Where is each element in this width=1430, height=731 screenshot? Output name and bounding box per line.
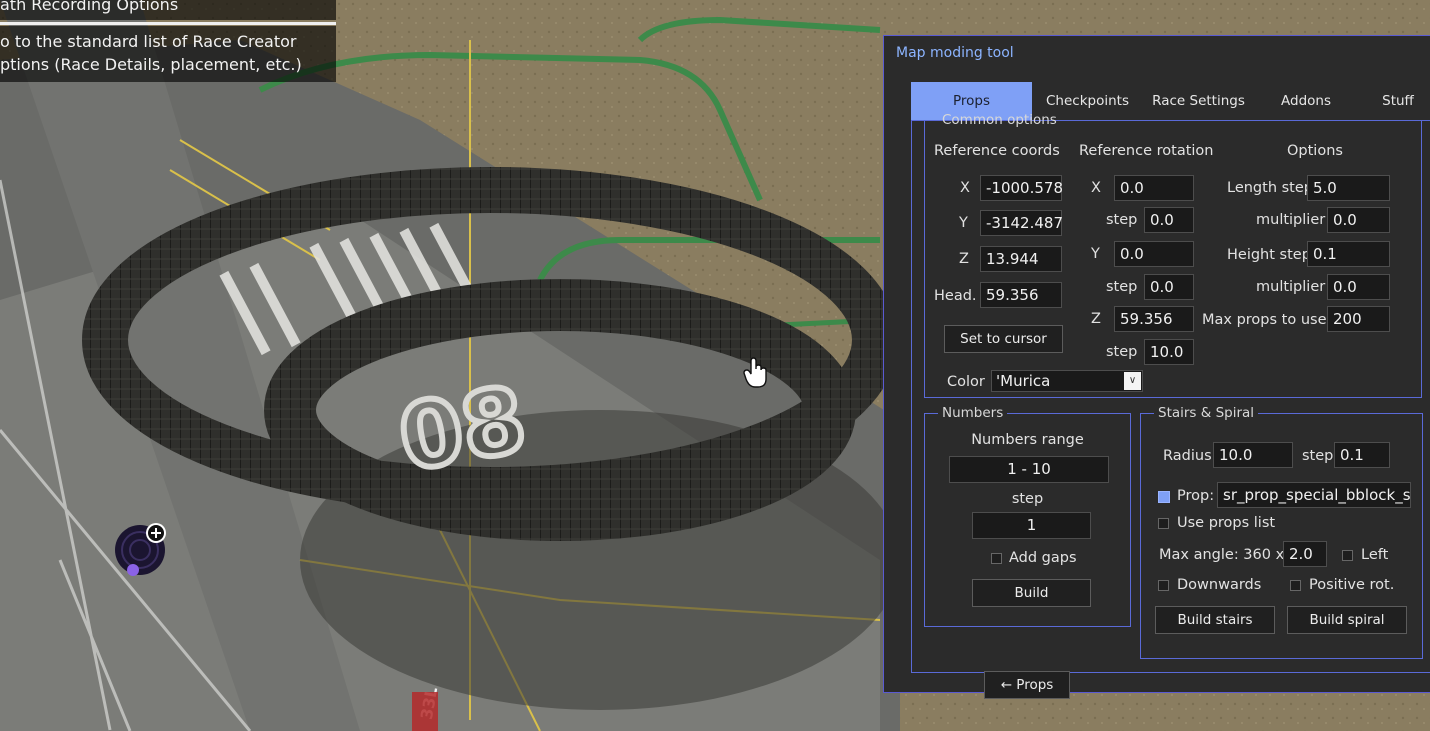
rotation-y-input[interactable]: 0.0 [1114, 241, 1194, 267]
common-options-group: Common options Reference coords X -1000.… [924, 113, 1422, 398]
numbers-range-label: Numbers range [971, 432, 1084, 448]
coord-x-label: X [960, 180, 970, 196]
rotation-z-input[interactable]: 59.356 [1114, 306, 1194, 332]
use-props-list-label: Use props list [1177, 515, 1276, 531]
hud-description-line: ptions (Race Details, placement, etc.) [0, 55, 302, 74]
length-multiplier-input[interactable]: 0.0 [1327, 207, 1390, 233]
use-props-list-checkbox[interactable] [1158, 518, 1169, 529]
rotation-z-step-label: step [1106, 344, 1138, 360]
set-to-cursor-button[interactable]: Set to cursor [944, 325, 1063, 353]
chevron-down-icon[interactable]: ∨ [1124, 372, 1141, 390]
max-angle-input[interactable]: 2.0 [1283, 541, 1327, 567]
radius-step-input[interactable]: 0.1 [1334, 442, 1390, 468]
map-moding-tool-window[interactable]: Map moding tool Props Checkpoints Race S… [883, 35, 1430, 699]
left-checkbox[interactable] [1342, 550, 1353, 561]
hud-title-text: ath Recording Options [0, 0, 179, 14]
numbers-step-input[interactable]: 1 [972, 512, 1091, 539]
rotation-z-step-input[interactable]: 10.0 [1144, 339, 1194, 365]
downwards-checkbox[interactable] [1158, 580, 1169, 591]
numbers-step-label: step [1011, 491, 1044, 507]
window-title: Map moding tool [896, 45, 1014, 61]
rotation-z-label: Z [1091, 311, 1101, 327]
hud-description-line: o to the standard list of Race Creator [0, 32, 297, 51]
player-blip-icon [115, 523, 166, 576]
rotation-x-label: X [1091, 180, 1101, 196]
hand-cursor-icon [743, 357, 767, 388]
heading-label: Head. [934, 288, 977, 304]
heading-input[interactable]: 59.356 [980, 282, 1062, 308]
max-angle-label: Max angle: 360 x [1159, 547, 1285, 563]
stairs-spiral-group: Stairs & Spiral Radius 10.0 step 0.1 Pro… [1140, 406, 1423, 659]
radius-input[interactable]: 10.0 [1213, 442, 1293, 468]
prop-name-input[interactable]: sr_prop_special_bblock_sr [1217, 482, 1411, 508]
rotation-y-label: Y [1091, 246, 1100, 262]
coord-z-input[interactable]: 13.944 [980, 246, 1062, 272]
numbers-legend: Numbers [942, 405, 1004, 421]
build-spiral-button[interactable]: Build spiral [1287, 606, 1407, 634]
rotation-x-step-input[interactable]: 0.0 [1144, 207, 1194, 233]
color-select-value: 'Murica [996, 372, 1051, 390]
reference-coords-header: Reference coords [934, 143, 1060, 159]
rotation-y-step-label: step [1106, 279, 1138, 295]
color-select[interactable]: 'Murica ∨ [991, 370, 1143, 392]
numbers-group: Numbers Numbers range 1 - 10 step 1 Add … [924, 406, 1131, 627]
prop-label: Prop: [1177, 488, 1215, 504]
runway-number: 08 [392, 367, 534, 492]
hud-divider [0, 22, 336, 25]
common-options-legend: Common options [942, 112, 1057, 128]
downwards-label: Downwards [1177, 577, 1262, 593]
rotation-x-step-label: step [1106, 212, 1138, 228]
color-label: Color [947, 374, 985, 390]
max-props-label: Max props to use [1202, 312, 1327, 328]
height-step-input[interactable]: 0.1 [1307, 241, 1390, 267]
back-to-props-button[interactable]: ← Props [984, 671, 1070, 699]
coord-y-input[interactable]: -3142.487 [980, 210, 1063, 236]
numbers-range-input[interactable]: 1 - 10 [949, 456, 1109, 483]
props-panel: Common options Reference coords X -1000.… [911, 113, 1430, 699]
max-props-input[interactable]: 200 [1327, 306, 1390, 332]
radius-step-label: step [1302, 448, 1334, 464]
length-multiplier-label: multiplier [1256, 212, 1326, 228]
reference-rotation-header: Reference rotation [1079, 143, 1214, 159]
radius-label: Radius [1163, 448, 1212, 464]
add-gaps-checkbox[interactable] [991, 553, 1002, 564]
positive-rot-label: Positive rot. [1309, 577, 1395, 593]
options-header: Options [1287, 143, 1343, 159]
coord-x-input[interactable]: -1000.578 [980, 175, 1063, 201]
length-step-label: Length step [1227, 180, 1313, 196]
rotation-x-input[interactable]: 0.0 [1114, 175, 1194, 201]
coord-y-label: Y [959, 215, 968, 231]
height-multiplier-input[interactable]: 0.0 [1327, 274, 1390, 300]
left-label: Left [1361, 547, 1389, 563]
prop-checkbox[interactable] [1158, 491, 1170, 503]
positive-rot-checkbox[interactable] [1290, 580, 1301, 591]
length-step-input[interactable]: 5.0 [1307, 175, 1390, 201]
rotation-y-step-input[interactable]: 0.0 [1144, 274, 1194, 300]
height-step-label: Height step [1227, 247, 1311, 263]
stairs-spiral-legend: Stairs & Spiral [1158, 405, 1255, 421]
height-multiplier-label: multiplier [1256, 279, 1326, 295]
coord-z-label: Z [959, 251, 969, 267]
hud-description: o to the standard list of Race Creator p… [0, 26, 336, 82]
hud-title: ath Recording Options [0, 0, 336, 20]
add-gaps-label: Add gaps [1009, 550, 1077, 566]
build-stairs-button[interactable]: Build stairs [1155, 606, 1275, 634]
build-numbers-button[interactable]: Build [972, 579, 1091, 607]
